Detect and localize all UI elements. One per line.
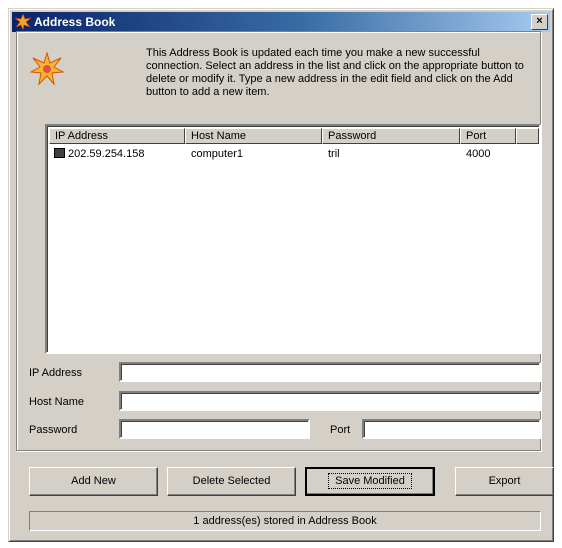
close-button[interactable]: × <box>531 14 548 30</box>
address-book-logo-icon <box>30 52 64 86</box>
ip-address-label: IP Address <box>29 367 82 379</box>
password-label: Password <box>29 424 78 436</box>
close-icon: × <box>536 15 543 27</box>
address-list[interactable]: IP Address Host Name Password Port 202.5… <box>45 124 541 354</box>
row-ip-cell: 202.59.254.158 <box>54 148 144 160</box>
app-logo-icon <box>15 14 31 30</box>
row-ip: 202.59.254.158 <box>68 148 145 160</box>
list-header: IP Address Host Name Password Port <box>49 128 539 145</box>
table-row[interactable]: 202.59.254.158 computer1 tril 4000 <box>49 147 537 163</box>
window-title: Address Book <box>34 15 116 29</box>
delete-selected-button[interactable]: Delete Selected <box>167 467 296 496</box>
row-password: tril <box>328 148 340 160</box>
computer-icon <box>54 148 65 158</box>
ip-address-field[interactable] <box>119 362 541 382</box>
row-host: computer1 <box>191 148 243 160</box>
title-bar[interactable]: Address Book × <box>12 12 550 32</box>
column-header-host[interactable]: Host Name <box>185 128 322 144</box>
export-button[interactable]: Export <box>455 467 554 496</box>
port-label: Port <box>330 424 351 436</box>
status-bar: 1 address(es) stored in Address Book <box>29 511 541 531</box>
save-modified-label: Save Modified <box>328 473 412 489</box>
host-name-field[interactable] <box>119 391 541 411</box>
row-port: 4000 <box>466 148 491 160</box>
save-modified-button[interactable]: Save Modified <box>305 467 435 496</box>
port-field[interactable] <box>362 419 541 439</box>
description-text: This Address Book is updated each time y… <box>146 47 524 98</box>
add-new-button[interactable]: Add New <box>29 467 158 496</box>
password-field[interactable] <box>119 419 310 439</box>
column-header-ip[interactable]: IP Address <box>49 128 185 144</box>
column-header-port[interactable]: Port <box>460 128 516 144</box>
column-header-filler <box>516 128 539 144</box>
column-header-password[interactable]: Password <box>322 128 460 144</box>
host-name-label: Host Name <box>29 396 85 408</box>
